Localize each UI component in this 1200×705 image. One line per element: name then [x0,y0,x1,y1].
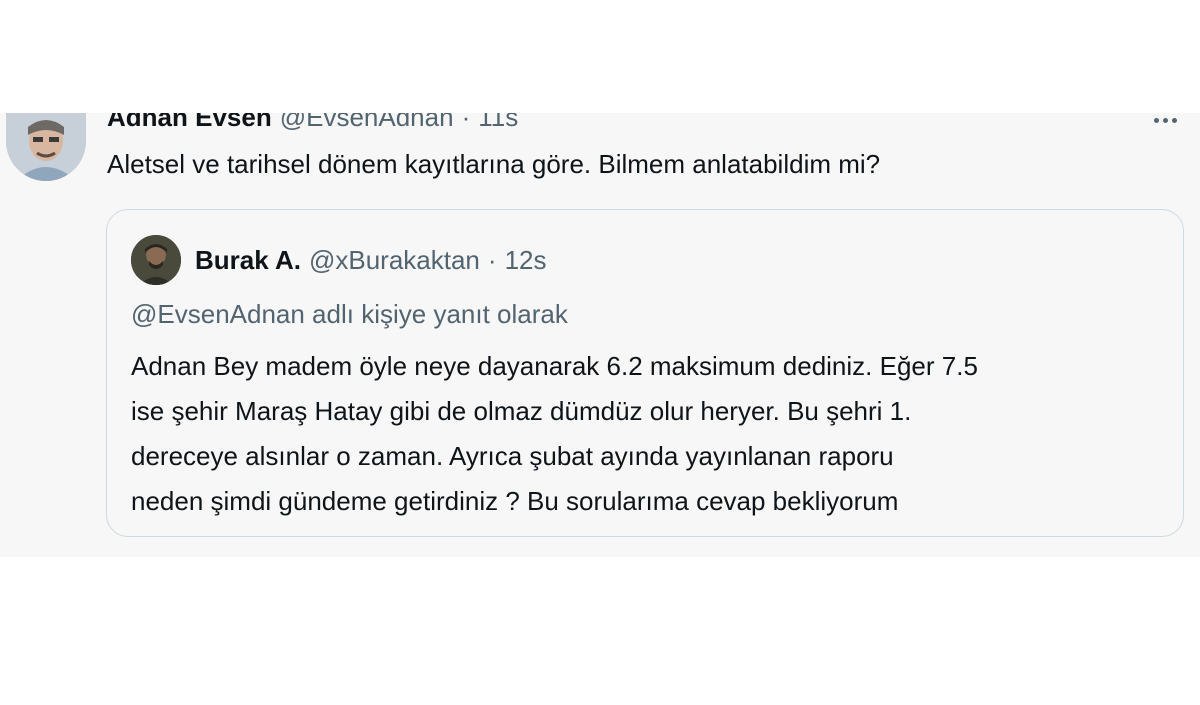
more-horizontal-icon [1152,117,1179,123]
tweet-header: Adnan Evsen @EvsenAdnan · 11s [107,113,518,135]
quoted-tweet-text: Adnan Bey madem öyle neye dayanarak 6.2 … [131,344,1171,524]
tweet: Adnan Evsen @EvsenAdnan · 11s Aletsel ve… [0,113,1200,557]
quoted-author-avatar [131,235,181,285]
quoted-text-line: neden şimdi gündeme getirdiniz ? Bu soru… [131,486,899,516]
quoted-separator-dot: · [487,244,497,275]
author-avatar[interactable] [6,113,86,181]
author-name[interactable]: Adnan Evsen [107,113,272,135]
separator-dot: · [461,113,471,132]
tweet-text: Aletsel ve tarihsel dönem kayıtlarına gö… [107,149,881,179]
quoted-tweet-timestamp[interactable]: 12s [505,245,547,276]
quoted-tweet-header: Burak A. @xBurakaktan · 12s [131,234,546,286]
more-options-button[interactable] [1147,113,1183,129]
quoted-text-line: ise şehir Maraş Hatay gibi de olmaz dümd… [131,396,912,426]
author-handle[interactable]: @EvsenAdnan [280,113,454,135]
tweet-timestamp[interactable]: 11s [478,113,518,135]
quoted-author-handle[interactable]: @xBurakaktan [309,245,480,276]
quoted-tweet-card[interactable]: Burak A. @xBurakaktan · 12s @EvsenAdnan … [106,209,1184,537]
quoted-text-line: dereceye alsınlar o zaman. Ayrıca şubat … [131,441,894,471]
reply-context: @EvsenAdnan adlı kişiye yanıt olarak [131,299,568,329]
quoted-author-name[interactable]: Burak A. [195,245,301,276]
quoted-text-line: Adnan Bey madem öyle neye dayanarak 6.2 … [131,351,978,381]
